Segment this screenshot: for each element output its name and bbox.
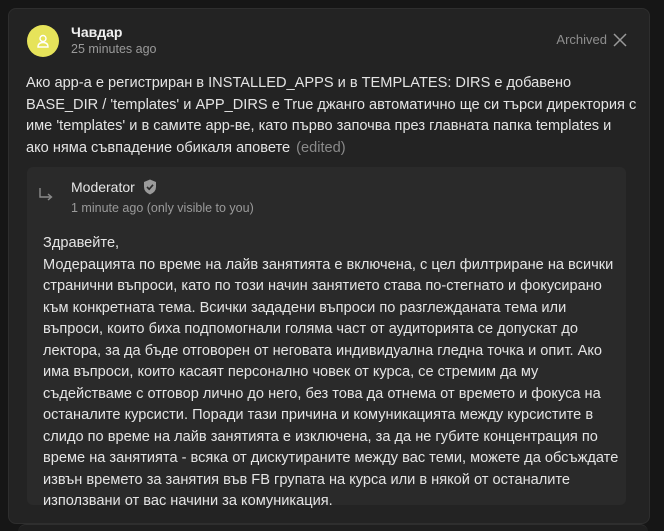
moderator-reply: Moderator 1 minute ago (only visible to … xyxy=(27,167,626,509)
reply-text: Здравейте, Модерацията по време на лайв … xyxy=(43,233,621,513)
edited-label: (edited) xyxy=(296,139,346,156)
page: Чавдар 25 minutes ago Archived Ако app-а… xyxy=(0,0,664,531)
reply-time: 1 minute ago (only visible to you) xyxy=(71,201,254,215)
archived-label: Archived xyxy=(556,32,607,47)
shield-check-icon xyxy=(143,179,156,195)
user-icon xyxy=(37,34,49,48)
question-card: Чавдар 25 minutes ago Archived Ако app-а… xyxy=(8,8,650,524)
next-card-edge xyxy=(18,524,648,531)
author-name: Чавдар xyxy=(71,24,123,40)
archived-button[interactable]: Archived xyxy=(556,32,627,47)
reply-body: Модерацията по време на лайв занятията е… xyxy=(43,256,619,510)
post-time: 25 minutes ago xyxy=(71,42,157,56)
question-text: Ако app-а е регистриран в INSTALLED_APPS… xyxy=(26,73,638,159)
avatar xyxy=(27,25,59,57)
close-icon[interactable] xyxy=(613,32,627,47)
moderator-name: Moderator xyxy=(71,179,135,195)
reply-greeting: Здравейте, xyxy=(43,235,120,251)
moderator-name-row: Moderator xyxy=(71,179,157,195)
reply-arrow-icon xyxy=(39,188,53,201)
